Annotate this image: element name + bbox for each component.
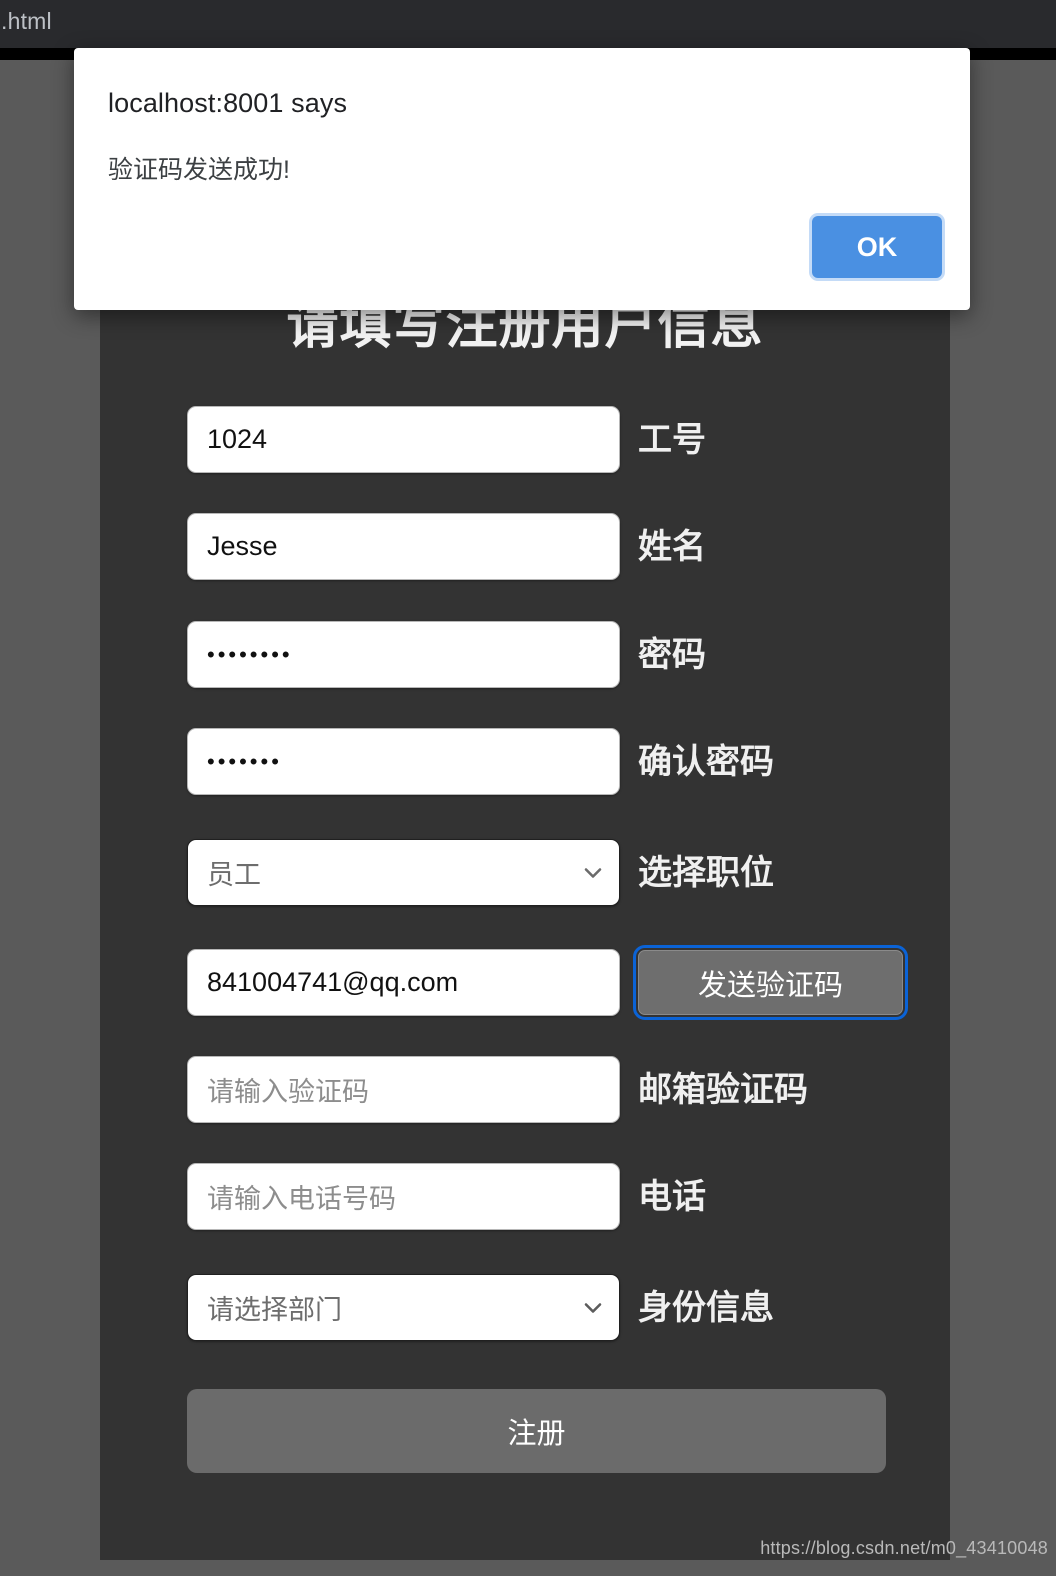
email-input[interactable]: 841004741@qq.com [187, 949, 620, 1016]
send-verification-code-button[interactable]: 发送验证码 [633, 945, 908, 1020]
chevron-down-icon [584, 1302, 602, 1313]
alert-origin-text: localhost:8001 says [108, 88, 348, 118]
javascript-alert-dialog: localhost:8001 says 验证码发送成功! OK [74, 48, 970, 310]
phone-label: 电话 [638, 1177, 706, 1216]
email-code-input[interactable]: 请输入验证码 [187, 1056, 620, 1123]
confirm-password-input[interactable]: ••••••• [187, 728, 620, 795]
email-code-label: 邮箱验证码 [638, 1070, 808, 1109]
password-label: 密码 [638, 635, 706, 674]
position-select[interactable]: 员工 [187, 839, 620, 906]
confirm-password-label: 确认密码 [638, 742, 774, 781]
browser-tab-strip: p.html [0, 0, 1056, 48]
phone-input[interactable]: 请输入电话号码 [187, 1163, 620, 1230]
register-submit-button[interactable]: 注册 [187, 1389, 886, 1473]
watermark-text: https://blog.csdn.net/m0_43410048 [760, 1538, 1048, 1558]
form-row-department: 请选择部门 身份信息 [187, 1274, 774, 1341]
department-select-value: 请选择部门 [207, 1295, 342, 1325]
employee-id-label: 工号 [638, 420, 706, 459]
form-row-full-name: Jesse 姓名 [187, 513, 706, 580]
chevron-down-icon [584, 867, 602, 878]
full-name-input[interactable]: Jesse [187, 513, 620, 580]
form-row-confirm-password: ••••••• 确认密码 [187, 728, 774, 795]
position-label: 选择职位 [638, 853, 774, 892]
form-row-email: 841004741@qq.com 发送验证码 [187, 945, 908, 1020]
form-row-phone: 请输入电话号码 电话 [187, 1163, 706, 1230]
password-input[interactable]: •••••••• [187, 621, 620, 688]
department-select[interactable]: 请选择部门 [187, 1274, 620, 1341]
full-name-label: 姓名 [638, 527, 706, 566]
form-row-employee-id: 1024 工号 [187, 406, 706, 473]
form-row-email-code: 请输入验证码 邮箱验证码 [187, 1056, 808, 1123]
employee-id-input[interactable]: 1024 [187, 406, 620, 473]
form-row-password: •••••••• 密码 [187, 621, 706, 688]
department-label: 身份信息 [638, 1288, 774, 1327]
browser-tab-title[interactable]: p.html [0, 8, 52, 35]
alert-message-text: 验证码发送成功! [108, 156, 290, 184]
position-select-value: 员工 [207, 860, 261, 890]
form-row-position: 员工 选择职位 [187, 839, 774, 906]
alert-ok-button[interactable]: OK [812, 216, 942, 278]
